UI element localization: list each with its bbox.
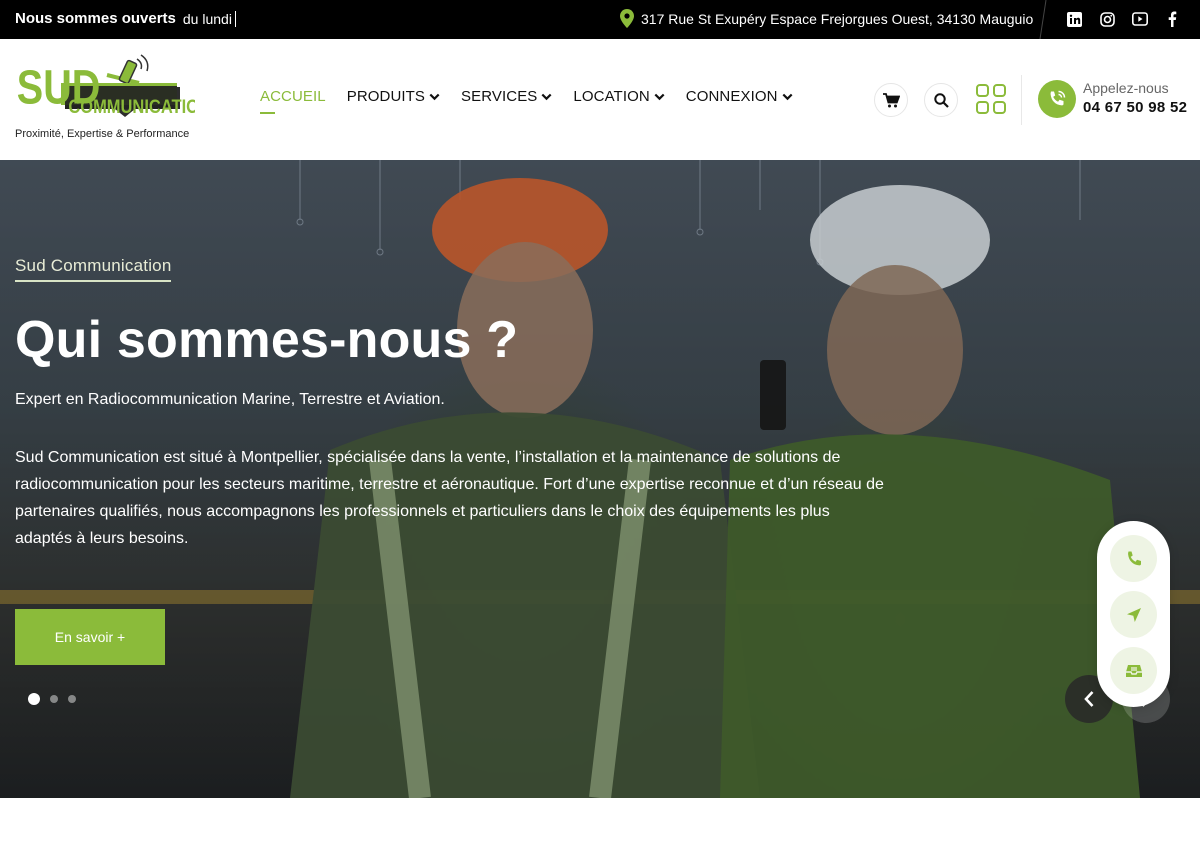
nav-label: CONNEXION [685,88,778,105]
search-button[interactable] [924,83,958,117]
divider [1039,0,1047,39]
hero-description: Sud Communication est situé à Montpellie… [15,449,884,547]
float-call-button[interactable] [1110,535,1157,582]
main-nav: ACCUEIL PRODUITS SERVICES LOCATION CONNE… [260,88,814,114]
float-directions-button[interactable] [1110,591,1157,638]
nav-item-location[interactable]: LOCATION [573,88,665,105]
facebook-icon[interactable] [1163,10,1181,28]
opening-label: Nous sommes ouverts [15,10,176,27]
opening-hours-text: du lundi [182,10,232,27]
address-text: 317 Rue St Exupéry Espace Frejorgues Oue… [641,10,1034,27]
nav-item-accueil[interactable]: ACCUEIL [260,88,326,114]
tagline: Proximité, Expertise & Performance [15,128,190,140]
float-message-button[interactable] [1110,647,1157,694]
nav-item-services[interactable]: SERVICES [461,88,552,105]
site-logo[interactable]: COMMUNICATION SUD [15,53,211,123]
logo-graphic: COMMUNICATION SUD [17,54,211,117]
nav-label: PRODUITS [346,88,426,105]
site-header: COMMUNICATION SUD Proximité, Expertise &… [0,39,1200,160]
nav-item-produits[interactable]: PRODUITS [347,88,440,105]
instagram-icon[interactable] [1098,10,1116,28]
top-bar: Nous sommes ouverts du lundi 317 Rue St … [0,0,1200,39]
hero-title: Qui sommes-nous ? [15,311,519,369]
apps-grid-button[interactable] [976,84,1006,114]
chevron-down-icon [541,93,552,100]
hero-lead: Expert en Radiocommunication Marine, Ter… [15,391,445,408]
slider-dot[interactable] [50,695,58,703]
slider-dot[interactable] [28,693,40,705]
call-label: Appelez-nous [1083,80,1169,96]
logo-text-top: SUD [17,61,101,115]
slider-pagination [28,693,86,705]
map-pin-icon [620,9,634,28]
learn-more-button[interactable]: En savoir + [15,609,165,665]
inbox-icon [1125,664,1142,677]
linkedin-icon[interactable] [1065,10,1083,28]
nav-label: ACCUEIL [260,88,326,105]
hero-subtitle: Sud Communication [15,256,172,282]
chevron-down-icon [654,93,665,100]
hero-slider: Sud Communication Qui sommes-nous ? Expe… [0,160,1200,798]
ticker-cursor [234,10,236,27]
opening-hours: Nous sommes ouverts du lundi [15,10,236,27]
grid-icon [976,84,1006,114]
cart-button[interactable] [874,83,908,117]
search-icon [933,92,949,108]
phone-icon [1127,551,1141,565]
youtube-icon[interactable] [1131,10,1149,28]
chevron-down-icon [782,93,793,100]
phone-number[interactable]: 04 67 50 98 52 [1083,99,1187,116]
header-divider [1021,75,1022,125]
slider-dot[interactable] [68,695,76,703]
nav-label: SERVICES [461,88,538,105]
navigation-arrow-icon [1126,607,1141,622]
call-button[interactable] [1038,80,1076,118]
chevron-down-icon [429,93,440,100]
cart-icon [882,92,900,107]
floating-contact-panel [1097,521,1170,707]
address[interactable]: 317 Rue St Exupéry Espace Frejorgues Oue… [620,9,1033,28]
chevron-left-icon [1084,691,1094,707]
nav-label: LOCATION [573,88,650,105]
nav-item-connexion[interactable]: CONNEXION [686,88,793,105]
phone-call-icon [1050,90,1066,106]
